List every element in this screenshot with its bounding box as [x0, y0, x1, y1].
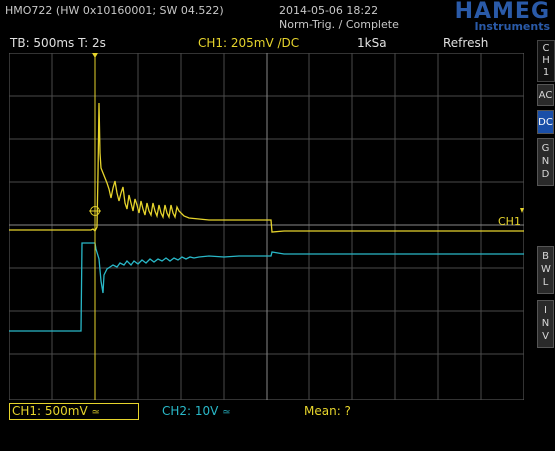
timebase-readout[interactable]: TB: 500ms T: 2s	[10, 36, 106, 50]
acquisition-mode[interactable]: Refresh	[443, 36, 488, 50]
bwl-button[interactable]: BWL	[537, 246, 554, 294]
sidebar-channel-text: CH1	[542, 43, 550, 78]
top-bar: HMO722 (HW 0x10160001; SW 04.522) 2014-0…	[0, 0, 555, 34]
datetime: 2014-05-06 18:22	[279, 4, 379, 17]
ch2-scale-readout[interactable]: CH2: 10V ≃	[162, 404, 231, 418]
coupling-ac-button[interactable]: AC	[537, 84, 554, 106]
trigger-state: Norm-Trig. / Complete	[279, 18, 399, 31]
ch2-scale-text: CH2: 10V	[162, 404, 219, 418]
waveform-display: CH1 1 2	[9, 53, 524, 400]
bwl-label: BWL	[541, 251, 551, 288]
ch1-scale-text: CH1: 500mV	[12, 404, 88, 418]
coupling-dc-button[interactable]: DC	[537, 110, 554, 134]
inv-label: INV	[541, 305, 550, 342]
sample-rate-readout: 1kSa	[357, 36, 387, 50]
measurement-readout[interactable]: Mean: ?	[304, 404, 351, 418]
ch1-trace-label: CH1	[498, 215, 521, 228]
status-bar: TB: 500ms T: 2s CH1: 205mV /DC 1kSa Refr…	[0, 35, 535, 52]
ch1-setting-readout[interactable]: CH1: 205mV /DC	[198, 36, 299, 50]
bottom-bar: CH1: 500mV ≃ CH2: 10V ≃ Mean: ?	[0, 402, 555, 420]
brand-logo: HAMEG Instruments	[392, 0, 552, 33]
invert-button[interactable]: INV	[537, 300, 554, 348]
ch1-scale-readout[interactable]: CH1: 500mV ≃	[9, 403, 139, 420]
device-info: HMO722 (HW 0x10160001; SW 04.522)	[5, 4, 224, 17]
brand-sub: Instruments	[474, 20, 550, 33]
sidebar-channel-label: CH1	[537, 40, 555, 82]
coupling-gnd-button[interactable]: GND	[537, 138, 554, 186]
gnd-label: GND	[541, 143, 550, 180]
dc-coupling-icon: ≃	[222, 407, 231, 418]
dc-coupling-icon: ≃	[91, 407, 100, 418]
